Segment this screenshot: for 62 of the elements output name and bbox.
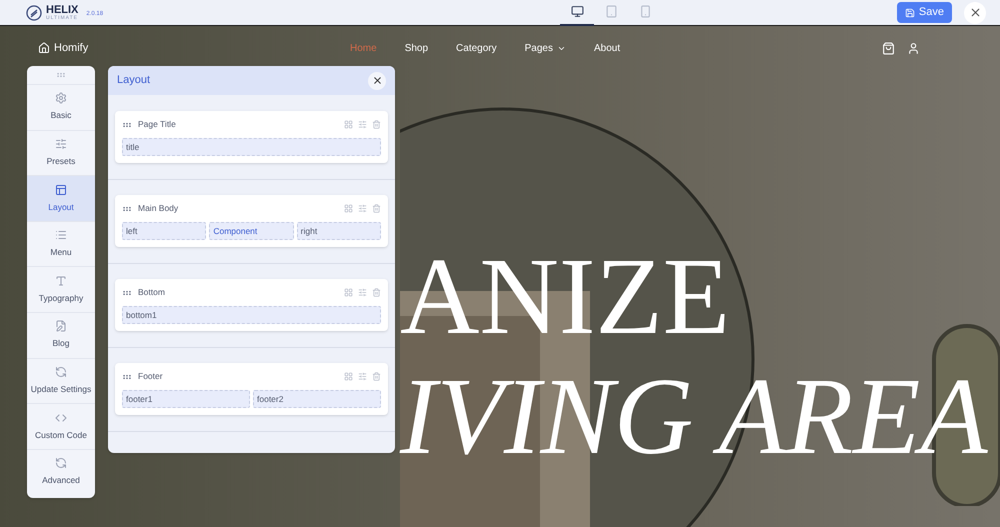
column-slot[interactable]: left xyxy=(122,222,206,240)
code-icon xyxy=(55,412,67,424)
column-slot[interactable]: Component xyxy=(209,222,294,240)
nav-link[interactable]: Category xyxy=(456,40,497,56)
grid-icon[interactable] xyxy=(344,372,353,381)
sidebar-item[interactable]: Basic xyxy=(27,84,95,130)
sliders-icon[interactable] xyxy=(358,288,367,297)
text-icon xyxy=(55,274,67,287)
refresh-icon xyxy=(55,457,67,470)
sidebar-item[interactable]: Advanced xyxy=(27,448,95,494)
sliders-icon[interactable] xyxy=(358,204,367,213)
phone-icon xyxy=(638,5,652,18)
trash-icon[interactable] xyxy=(372,204,381,213)
grid-icon[interactable] xyxy=(344,204,353,213)
user-icon[interactable] xyxy=(907,42,920,54)
close-button[interactable] xyxy=(368,72,386,90)
sliders-icon[interactable] xyxy=(358,372,367,381)
sidebar-item[interactable]: Custom Code xyxy=(27,403,95,449)
trash-icon[interactable] xyxy=(372,288,381,297)
drag-handle-icon[interactable] xyxy=(56,70,66,80)
layout-icon xyxy=(55,184,67,196)
column-slot[interactable]: footer2 xyxy=(253,390,381,408)
sidebar-item[interactable]: Update Settings xyxy=(27,358,95,404)
sidebar-item[interactable]: Layout xyxy=(27,175,95,221)
row-title: Footer xyxy=(138,370,163,383)
logo-text: HELIX xyxy=(46,4,78,16)
settings-icon xyxy=(55,92,67,104)
close-icon xyxy=(372,75,382,86)
refresh-icon xyxy=(55,366,67,378)
save-button[interactable]: Save xyxy=(896,2,952,23)
sliders-icon[interactable] xyxy=(358,120,367,129)
nav-link[interactable]: Shop xyxy=(404,40,428,56)
column-slot[interactable]: title xyxy=(122,138,381,156)
sidebar-item[interactable]: Typography xyxy=(27,266,95,312)
column-slot[interactable]: footer1 xyxy=(122,390,250,408)
save-icon xyxy=(904,8,915,18)
grid-icon[interactable] xyxy=(344,288,353,297)
sliders-icon xyxy=(55,138,67,150)
tablet-icon xyxy=(604,5,618,18)
nav-link[interactable]: Pages xyxy=(524,40,566,56)
grid-icon[interactable] xyxy=(344,120,353,129)
close-button[interactable] xyxy=(964,2,986,24)
nav-link[interactable]: About xyxy=(594,40,620,56)
row-title: Page Title xyxy=(138,118,176,131)
document-pen-icon xyxy=(55,320,67,332)
panel-title: Layout xyxy=(117,73,150,88)
row-title: Bottom xyxy=(138,286,165,299)
monitor-icon xyxy=(570,5,584,18)
column-slot[interactable]: right xyxy=(296,222,381,240)
sidebar-item[interactable]: Blog xyxy=(27,312,95,358)
home-icon xyxy=(38,42,50,54)
trash-icon[interactable] xyxy=(372,372,381,381)
row-title: Main Body xyxy=(138,202,178,215)
sidebar-item[interactable]: Menu xyxy=(27,220,95,266)
trash-icon[interactable] xyxy=(372,120,381,129)
logo-icon xyxy=(26,4,42,20)
hero-heading: IVING AREA xyxy=(400,361,988,471)
hero-heading: ANIZE xyxy=(400,241,731,351)
bag-icon[interactable] xyxy=(882,42,895,54)
column-slot[interactable]: bottom1 xyxy=(122,306,381,324)
site-brand[interactable]: Homify xyxy=(54,40,88,56)
close-icon xyxy=(968,6,982,19)
